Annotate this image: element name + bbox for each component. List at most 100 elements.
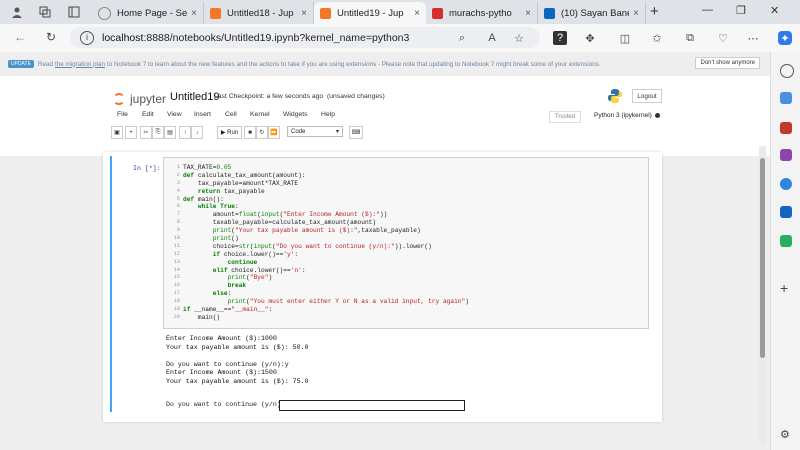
menu-file[interactable]: File (117, 111, 128, 118)
tab-title: Home Page - Se (117, 7, 188, 19)
code-line: break (227, 282, 247, 290)
jupyter-logo[interactable]: jupyter (113, 92, 166, 106)
refresh-icon[interactable]: ↻ (46, 30, 56, 44)
menu-help[interactable]: Help (321, 111, 335, 118)
command-palette-icon[interactable]: ⌨ (349, 126, 363, 139)
close-tab-icon[interactable]: × (301, 8, 307, 19)
menu-insert[interactable]: Insert (194, 111, 211, 118)
workspaces-icon[interactable] (37, 4, 53, 20)
dont-show-anymore-button[interactable]: Don't show anymore (695, 57, 760, 69)
more-menu-icon[interactable]: ⋯ (746, 31, 760, 45)
performance-icon[interactable]: ♡ (716, 31, 730, 45)
close-window-icon[interactable]: ✕ (770, 4, 779, 17)
code-line: print("You must enter either Y or N as a… (227, 298, 469, 306)
tab-untitled19[interactable]: Untitled19 - Jup × (314, 2, 426, 24)
tab-title: Untitled19 - Jup (337, 7, 404, 19)
code-line: else: (212, 290, 232, 298)
paste-icon[interactable]: ▤ (164, 126, 176, 139)
collections-icon[interactable]: ⧉ (683, 31, 697, 45)
new-tab-button[interactable]: + (650, 3, 659, 20)
discover-icon[interactable] (780, 92, 792, 104)
close-tab-icon[interactable]: × (525, 8, 531, 19)
add-app-icon[interactable]: + (780, 280, 788, 296)
code-line: tax_payable=amount*TAX_RATE (183, 179, 299, 187)
menu-view[interactable]: View (167, 111, 182, 118)
close-tab-icon[interactable]: × (191, 8, 197, 19)
favorites-icon[interactable]: ✩ (650, 31, 664, 45)
search-icon[interactable] (780, 64, 794, 78)
trusted-indicator[interactable]: Trusted (549, 111, 581, 123)
output-line: Your tax payable amount is ($): 75.0 (166, 377, 309, 385)
line-number: 18 (173, 298, 180, 305)
address-bar[interactable]: i localhost:8888/notebooks/Untitled19.ip… (70, 27, 540, 48)
menu-widgets[interactable]: Widgets (283, 111, 308, 118)
cell-output: Enter Income Amount ($):1000 Your tax pay… (166, 335, 308, 386)
selected-cell-indicator (110, 156, 112, 412)
update-badge: UPDATE (8, 60, 34, 68)
split-screen-icon[interactable]: ◫ (618, 31, 632, 45)
extensions-puzzle-icon[interactable]: ✥ (583, 31, 597, 45)
code-lines: TAX_RATE=0.05 def calculate_tax_amount(am… (183, 164, 469, 322)
close-tab-icon[interactable]: × (633, 8, 639, 19)
line-number: 19 (173, 306, 180, 313)
favorite-star-icon[interactable]: ☆ (512, 31, 526, 45)
kernel-busy-indicator (655, 113, 660, 118)
code-line: amount=float(input("Enter Income Amount … (183, 211, 388, 219)
update-banner: UPDATE Read the migration plan to Notebo… (8, 57, 762, 71)
code-line: if __name__=="__main__": (183, 306, 273, 314)
minimize-icon[interactable]: — (702, 4, 713, 16)
tab-home-page[interactable]: Home Page - Se × (92, 2, 204, 24)
move-down-icon[interactable]: ↓ (191, 126, 203, 139)
tab-actions-icon[interactable] (66, 4, 82, 20)
settings-gear-icon[interactable]: ⚙ (780, 428, 790, 441)
logout-button[interactable]: Logout (632, 89, 662, 103)
tab-title: murachs-pytho (449, 7, 512, 19)
code-line: choice=str(input("Do you want to continu… (183, 242, 432, 250)
stdin-input-field[interactable] (279, 400, 465, 411)
close-tab-icon[interactable]: × (414, 8, 420, 19)
line-number: 1 (176, 164, 180, 170)
scrollbar-thumb[interactable] (760, 158, 765, 358)
python-logo-icon (608, 89, 622, 103)
menu-cell[interactable]: Cell (225, 111, 237, 118)
url-text: localhost:8888/notebooks/Untitled19.ipyn… (102, 31, 410, 44)
back-icon[interactable]: ← (14, 30, 26, 44)
games-icon[interactable] (780, 149, 792, 161)
restart-icon[interactable]: ↻ (256, 126, 268, 139)
output-line: Enter Income Amount ($):1000 (166, 335, 277, 342)
menu-kernel[interactable]: Kernel (250, 111, 270, 118)
copilot-icon[interactable]: ✦ (778, 31, 792, 45)
kernel-name[interactable]: Python 3 (ipykernel) (594, 112, 652, 119)
extension-icon[interactable]: ? (553, 31, 567, 45)
tab-murachs-python[interactable]: murachs-pytho × (426, 2, 538, 24)
run-button[interactable]: ▶ Run (217, 126, 242, 139)
line-number: 14 (173, 266, 180, 273)
interrupt-icon[interactable]: ■ (244, 126, 256, 139)
save-icon[interactable]: ▣ (111, 126, 123, 139)
menu-edit[interactable]: Edit (142, 111, 154, 118)
office-icon[interactable] (780, 178, 792, 190)
page-scrollbar[interactable] (759, 146, 766, 446)
line-number: 7 (176, 211, 180, 218)
line-number: 8 (176, 219, 180, 226)
tab-untitled18[interactable]: Untitled18 - Jup × (204, 2, 314, 24)
zoom-icon[interactable]: ⌕ (455, 31, 469, 45)
code-editor[interactable]: 1 2 3 4 5 6 7 8 9 10 11 12 13 14 15 16 17 18 19 20 TAX_RATE… (163, 157, 649, 329)
restart-run-all-icon[interactable]: ⏩ (268, 126, 280, 139)
site-info-icon[interactable]: i (80, 30, 94, 45)
profile-icon[interactable] (9, 4, 25, 20)
tools-icon[interactable] (780, 122, 792, 134)
banner-pre-text: Read (37, 60, 53, 68)
copy-icon[interactable]: ⎘ (152, 126, 164, 139)
drop-icon[interactable] (780, 235, 792, 247)
migration-plan-link[interactable]: the migration plan (55, 61, 105, 68)
move-up-icon[interactable]: ↑ (179, 126, 191, 139)
tab-linkedin[interactable]: (10) Sayan Bane × (538, 2, 646, 24)
notebook-name[interactable]: Untitled19 (170, 91, 220, 103)
read-aloud-icon[interactable]: A (485, 31, 499, 45)
restore-icon[interactable]: ❐ (736, 4, 746, 17)
cell-type-select[interactable]: Code ▾ (287, 126, 343, 137)
cut-icon[interactable]: ✂ (140, 126, 152, 139)
insert-cell-icon[interactable]: + (125, 126, 137, 139)
outlook-icon[interactable] (780, 206, 792, 218)
